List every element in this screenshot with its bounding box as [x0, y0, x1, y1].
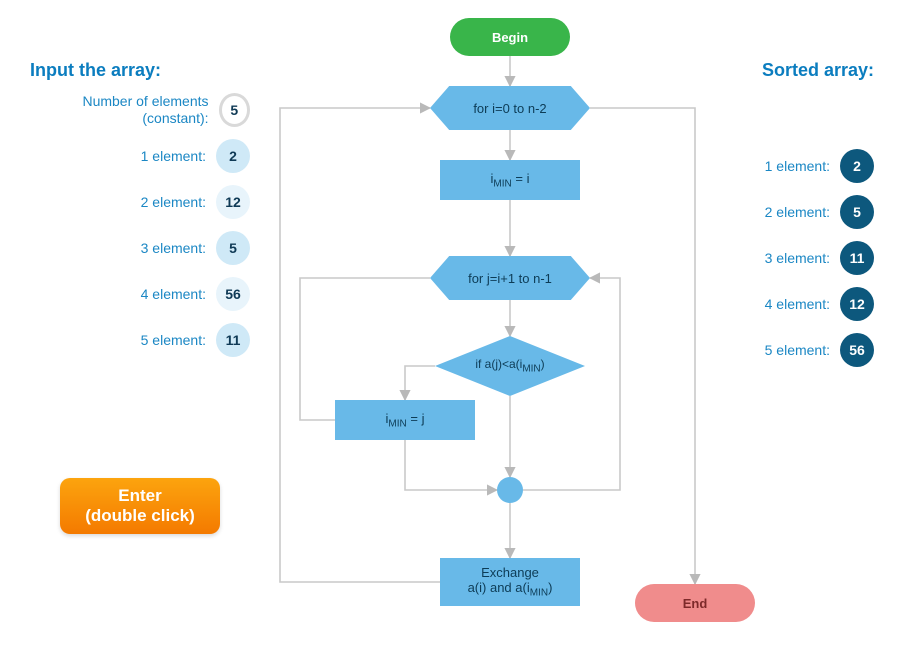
output-row-value: 12 [840, 287, 874, 321]
output-row-label: 3 element: [765, 250, 830, 267]
output-row-label: 2 element: [765, 204, 830, 221]
txt-sub: MIN [522, 364, 540, 375]
output-row: 5 element: 56 [674, 333, 874, 367]
output-row-value: 56 [840, 333, 874, 367]
txt: = j [407, 411, 425, 426]
txt-sub: MIN [493, 178, 511, 189]
txt: a(i) and a(i [468, 580, 530, 595]
input-panel: Input the array: Number of elements (con… [30, 60, 250, 369]
output-row: 2 element: 5 [674, 195, 874, 229]
loop-inner: for j=i+1 to n-1 [430, 256, 590, 300]
input-row-label: 2 element: [141, 194, 206, 211]
flowchart: Begin for i=0 to n-2 iMIN = i for j=i+1 … [240, 0, 700, 664]
decision-compare: if a(j)<a(iMIN) [435, 336, 585, 396]
txt-sub: MIN [388, 418, 406, 429]
output-row-label: 4 element: [765, 296, 830, 313]
txt: ) [548, 580, 552, 595]
txt: = i [512, 171, 530, 186]
output-row: 1 element: 2 [674, 149, 874, 183]
output-row: 3 element: 11 [674, 241, 874, 275]
input-row-label: 4 element: [141, 286, 206, 303]
input-row: 3 element: 5 [30, 231, 250, 265]
txt-sub: MIN [530, 588, 548, 599]
input-row-label: 1 element: [141, 148, 206, 165]
process-imin-j: iMIN = j [335, 400, 475, 440]
output-row-value: 5 [840, 195, 874, 229]
input-row-label: 3 element: [141, 240, 206, 257]
input-row-label: 5 element: [141, 332, 206, 349]
input-row: 5 element: 11 [30, 323, 250, 357]
input-row: 1 element: 2 [30, 139, 250, 173]
output-panel: Sorted array: 1 element: 2 2 element: 5 … [674, 60, 874, 379]
terminator-begin: Begin [450, 18, 570, 56]
constant-label: Number of elements (constant): [30, 93, 209, 127]
loop-outer: for i=0 to n-2 [430, 86, 590, 130]
enter-button-line1: Enter [118, 486, 161, 506]
output-row-value: 11 [840, 241, 874, 275]
output-title: Sorted array: [674, 60, 874, 81]
input-title: Input the array: [30, 60, 250, 81]
process-exchange: Exchange a(i) and a(iMIN) [440, 558, 580, 606]
input-row: 4 element: 56 [30, 277, 250, 311]
input-row: 2 element: 12 [30, 185, 250, 219]
output-row-label: 5 element: [765, 342, 830, 359]
output-row-label: 1 element: [765, 158, 830, 175]
connector [497, 477, 523, 503]
enter-button-line2: (double click) [85, 506, 195, 526]
exchange-line1: Exchange [481, 565, 539, 580]
process-imin-i: iMIN = i [440, 160, 580, 200]
txt: ) [541, 357, 545, 371]
output-row-value: 2 [840, 149, 874, 183]
constant-row: Number of elements (constant): 5 [30, 93, 250, 127]
enter-button[interactable]: Enter (double click) [60, 478, 220, 534]
terminator-end: End [635, 584, 755, 622]
txt: if a(j)<a(i [475, 357, 522, 371]
output-row: 4 element: 12 [674, 287, 874, 321]
